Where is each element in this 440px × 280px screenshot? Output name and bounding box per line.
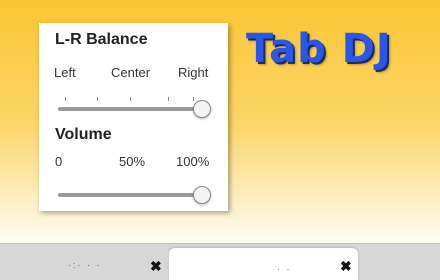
volume-label-max: 100%	[176, 154, 210, 169]
tab-close-icon[interactable]: ✖	[150, 259, 162, 273]
controls-panel: L-R Balance Left Center Right Volume 0 5…	[39, 23, 228, 211]
balance-tick	[97, 97, 98, 101]
balance-label-left: Left	[54, 65, 76, 80]
tab-favicon-placeholder: · ·	[277, 264, 292, 274]
browser-tab-strip: ·:· · · ✖ · · ✖	[0, 243, 440, 280]
browser-tab-active[interactable]: · · ✖	[169, 248, 358, 280]
volume-title: Volume	[55, 126, 112, 143]
balance-tick	[193, 97, 194, 101]
balance-tick	[130, 97, 131, 101]
volume-slider-fill	[58, 193, 202, 197]
popup-stage: Tab DJ L-R Balance Left Center Right Vol…	[0, 0, 440, 280]
tab-close-icon[interactable]: ✖	[340, 259, 352, 273]
balance-label-center: Center	[111, 65, 151, 80]
balance-slider-thumb[interactable]	[193, 100, 211, 118]
browser-tab-inactive[interactable]: ·:· · · ✖	[0, 254, 168, 280]
balance-tick	[168, 97, 169, 101]
balance-slider-track[interactable]	[58, 107, 202, 111]
volume-slider-thumb[interactable]	[193, 186, 211, 204]
volume-label-min: 0	[55, 154, 63, 169]
balance-slider-fill	[58, 107, 202, 111]
tab-favicon-placeholder: ·:· · ·	[68, 260, 102, 270]
balance-tick	[65, 97, 66, 101]
volume-slider-track[interactable]	[58, 193, 202, 197]
balance-label-right: Right	[178, 65, 209, 80]
volume-label-mid: 50%	[119, 154, 146, 169]
brand-title: Tab DJ	[246, 26, 392, 72]
balance-title: L-R Balance	[55, 31, 148, 48]
